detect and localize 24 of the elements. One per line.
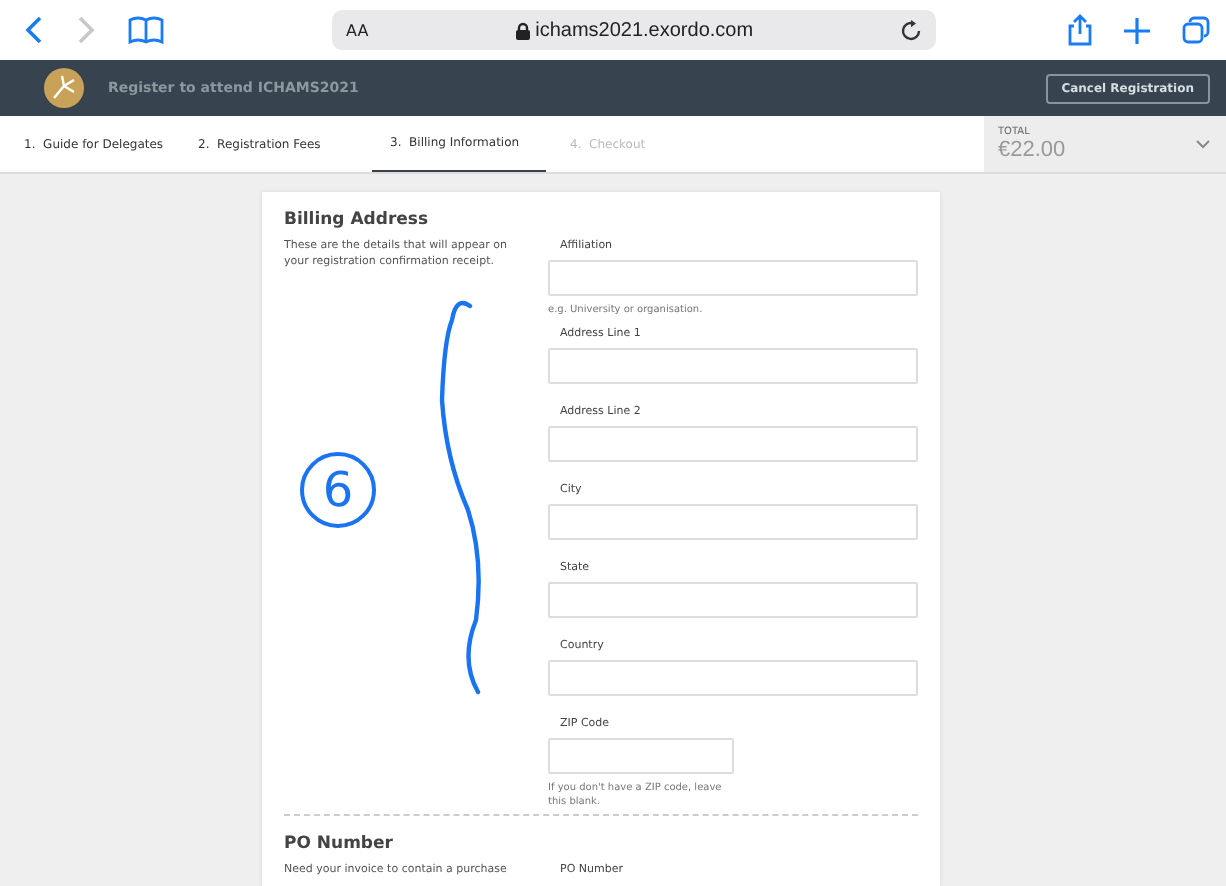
back-icon[interactable]: [24, 16, 44, 44]
section-title: PO Number: [284, 834, 395, 854]
logo-icon: [44, 68, 84, 108]
input-field[interactable]: [548, 582, 918, 618]
share-icon[interactable]: [1068, 14, 1092, 46]
reload-icon[interactable]: [900, 19, 922, 41]
forward-icon[interactable]: [76, 16, 96, 44]
book-icon[interactable]: [128, 16, 164, 44]
text-size-button[interactable]: AA: [346, 21, 369, 39]
plus-icon[interactable]: [1124, 17, 1150, 43]
input-field[interactable]: [548, 260, 918, 296]
total-amount: €22.00: [998, 138, 1066, 162]
section-title: Billing Address: [284, 210, 431, 230]
handwritten-number: 6: [300, 452, 376, 528]
url-text: ichams2021.exordo.com: [535, 19, 754, 41]
input-field[interactable]: [548, 348, 918, 384]
lock-icon: [515, 21, 530, 39]
tabs-icon[interactable]: [1182, 16, 1210, 44]
chevron-down-icon[interactable]: [1196, 139, 1210, 149]
input-field[interactable]: [548, 426, 918, 462]
input-field[interactable]: [548, 660, 918, 696]
input-field[interactable]: [548, 738, 734, 774]
input-field[interactable]: [548, 504, 918, 540]
address-bar[interactable]: AA ichams2021.exordo.com: [332, 10, 936, 50]
